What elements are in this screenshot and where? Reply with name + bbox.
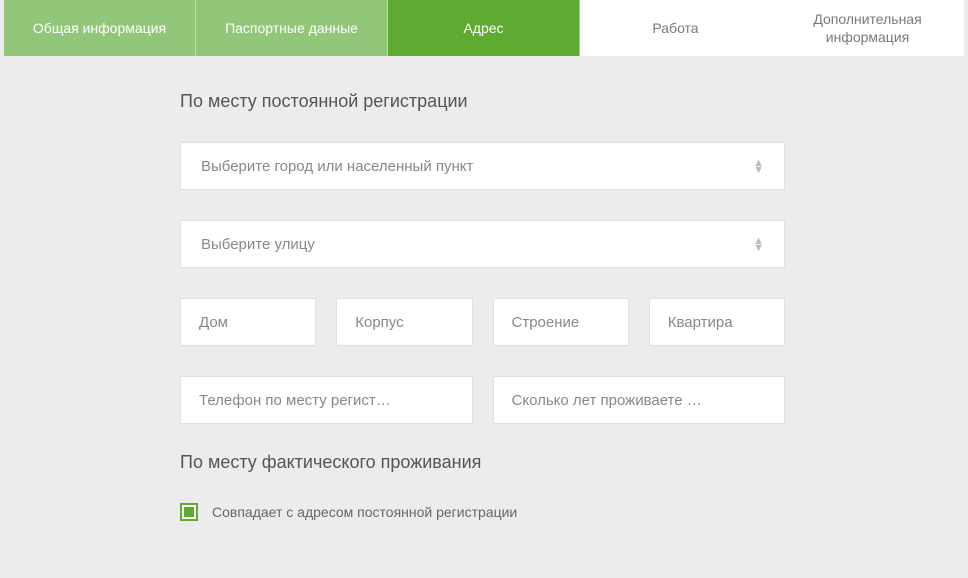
phone-input-wrapper xyxy=(180,376,473,424)
city-placeholder: Выберите город или населенный пункт xyxy=(201,158,753,175)
same-address-label: Совпадает с адресом постоянной регистрац… xyxy=(212,504,517,520)
select-chevron-icon: ▲▼ xyxy=(753,238,764,251)
address-form: По месту постоянной регистрации Выберите… xyxy=(0,56,800,521)
years-input[interactable] xyxy=(512,392,767,409)
same-address-row: Совпадает с адресом постоянной регистрац… xyxy=(180,503,800,521)
tab-address[interactable]: Адрес xyxy=(388,0,580,56)
house-input-wrapper xyxy=(180,298,316,346)
tab-general[interactable]: Общая информация xyxy=(4,0,196,56)
stroenie-input-wrapper xyxy=(493,298,629,346)
select-chevron-icon: ▲▼ xyxy=(753,160,764,173)
tab-label: Дополнительная информация xyxy=(780,10,955,46)
korpus-input-wrapper xyxy=(336,298,472,346)
flat-input[interactable] xyxy=(668,314,766,331)
checkbox-checked-icon xyxy=(184,507,194,517)
years-input-wrapper xyxy=(493,376,786,424)
tab-label: Адрес xyxy=(463,19,503,37)
flat-input-wrapper xyxy=(649,298,785,346)
tab-passport[interactable]: Паспортные данные xyxy=(196,0,388,56)
tab-label: Паспортные данные xyxy=(225,19,358,37)
actual-section-title: По месту фактического проживания xyxy=(180,452,800,473)
tab-bar: Общая информация Паспортные данные Адрес… xyxy=(4,0,964,56)
korpus-input[interactable] xyxy=(355,314,453,331)
stroenie-input[interactable] xyxy=(512,314,610,331)
registration-section-title: По месту постоянной регистрации xyxy=(180,91,800,112)
phone-input[interactable] xyxy=(199,392,454,409)
house-input[interactable] xyxy=(199,314,297,331)
tab-work[interactable]: Работа xyxy=(580,0,772,56)
tab-label: Работа xyxy=(652,19,698,37)
street-select[interactable]: Выберите улицу ▲▼ xyxy=(180,220,785,268)
tab-label: Общая информация xyxy=(33,19,166,37)
tab-additional[interactable]: Дополнительная информация xyxy=(772,0,964,56)
city-select[interactable]: Выберите город или населенный пункт ▲▼ xyxy=(180,142,785,190)
same-address-checkbox[interactable] xyxy=(180,503,198,521)
street-placeholder: Выберите улицу xyxy=(201,236,753,253)
